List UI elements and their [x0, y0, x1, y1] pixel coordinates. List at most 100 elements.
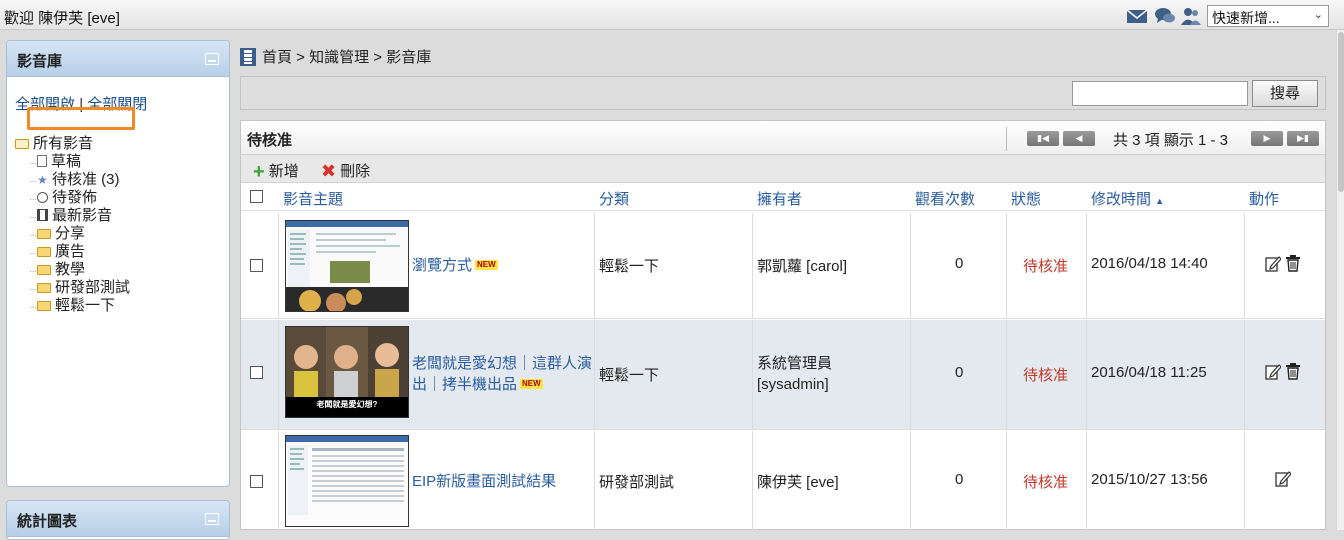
tree-connector: ···: [29, 302, 37, 313]
tree-item-pending[interactable]: ···★ 待核准 (3): [15, 171, 130, 189]
welcome-text: 歡迎 陳伊芙 [eve]: [4, 10, 120, 27]
col-status[interactable]: 狀態: [1011, 188, 1041, 209]
row-checkbox[interactable]: [250, 366, 263, 379]
minimize-icon[interactable]: [205, 513, 219, 525]
tree-connector: ···: [29, 284, 37, 295]
tree-item-to-publish[interactable]: ··· 待發佈: [15, 189, 130, 207]
video-thumbnail[interactable]: [285, 220, 409, 312]
col-modified[interactable]: 修改時間 ▲: [1091, 188, 1164, 209]
row-views: 0: [955, 255, 964, 272]
new-badge: NEW: [520, 379, 543, 389]
col-modified-label: 修改時間: [1091, 191, 1152, 208]
next-page-icon[interactable]: ▶: [1251, 131, 1283, 146]
edit-icon[interactable]: [1265, 363, 1282, 381]
main-content: 首頁 > 知識管理 > 影音庫 搜尋 待核准 ▮◀ ◀ 共 3 項 顯示 1 -…: [236, 30, 1330, 531]
page-scrollbar-thumb[interactable]: [1338, 32, 1344, 192]
tree-connector: ···: [29, 176, 37, 187]
breadcrumb: 首頁 > 知識管理 > 影音庫: [240, 46, 431, 67]
video-thumbnail[interactable]: 老闆就是愛幻想?: [285, 326, 409, 418]
row-category: 輕鬆一下: [599, 367, 660, 384]
col-divider: [594, 431, 595, 531]
folder-icon: [37, 229, 51, 239]
table-row: 瀏覽方式 NEW 輕鬆一下 郭凱蘿 [carol] 0 待核准 2016/04/1…: [241, 213, 1325, 319]
col-divider: [910, 431, 911, 531]
trash-icon[interactable]: [1285, 362, 1301, 380]
row-checkbox[interactable]: [250, 475, 263, 488]
tree-item-share[interactable]: ··· 分享: [15, 225, 130, 243]
panel-title: 影音庫: [17, 53, 63, 70]
col-divider: [1006, 213, 1007, 318]
edit-icon[interactable]: [1275, 470, 1292, 488]
selected-highlight: [27, 107, 135, 130]
row-views: 0: [955, 471, 964, 488]
col-views[interactable]: 觀看次數: [915, 188, 975, 209]
tree-item-label: 草稿: [51, 153, 82, 170]
users-icon[interactable]: [1180, 6, 1202, 26]
tree-item-relax[interactable]: ··· 輕鬆一下: [15, 297, 130, 315]
tree-item-label: 廣告: [55, 243, 86, 260]
search-button[interactable]: 搜尋: [1252, 80, 1318, 107]
row-checkbox[interactable]: [250, 259, 263, 272]
quick-add-label: 快速新增...: [1212, 10, 1280, 26]
tree-item-label: 教學: [55, 261, 86, 278]
film-icon: [37, 209, 48, 221]
tree-item-draft[interactable]: ··· 草稿: [15, 153, 130, 171]
add-button[interactable]: + 新增: [253, 160, 299, 182]
col-divider: [1086, 431, 1087, 531]
top-bar: 歡迎 陳伊芙 [eve] 快速新增... ⌄: [0, 0, 1344, 30]
clock-icon: [37, 192, 48, 203]
col-divider: [1086, 320, 1087, 429]
col-divider: [1006, 320, 1007, 429]
minimize-icon[interactable]: [205, 53, 219, 65]
tree-item-latest[interactable]: ··· 最新影音: [15, 207, 130, 225]
tree-item-teaching[interactable]: ··· 教學: [15, 261, 130, 279]
search-input[interactable]: [1072, 81, 1248, 106]
media-library-icon: [240, 48, 256, 66]
row-owner: 郭凱蘿 [carol]: [757, 258, 848, 275]
table-row: EIP新版畫面測試結果 研發部測試 陳伊芙 [eve] 0 待核准 2015/1…: [241, 431, 1325, 531]
status-badge: 待核准: [1023, 474, 1069, 491]
tree-item-label: 分享: [55, 225, 86, 242]
edit-icon[interactable]: [1265, 255, 1282, 273]
col-divider: [1086, 213, 1087, 318]
folder-icon: [37, 283, 51, 293]
video-title-link[interactable]: 老闆就是愛幻想｜這群人演出｜拷半機出品: [412, 355, 592, 393]
tree-item-label: 待核准 (3): [52, 171, 120, 188]
tree-root[interactable]: 所有影音: [15, 135, 130, 153]
video-thumbnail[interactable]: [285, 435, 409, 527]
tree-connector: ···: [29, 230, 37, 241]
tree-item-label: 待發佈: [52, 189, 98, 206]
delete-button[interactable]: ✖ 刪除: [321, 160, 370, 181]
mail-icon[interactable]: [1126, 6, 1148, 26]
page-scrollbar[interactable]: [1336, 30, 1344, 530]
col-title[interactable]: 影音主題: [283, 188, 343, 209]
quick-add-select[interactable]: 快速新增... ⌄: [1207, 5, 1329, 27]
col-category[interactable]: 分類: [599, 188, 629, 209]
col-divider: [752, 320, 753, 429]
pending-icon: ★: [37, 173, 48, 187]
pager-divider: [1006, 127, 1007, 151]
video-title-link[interactable]: 瀏覽方式: [412, 257, 472, 274]
col-divider: [1244, 431, 1245, 531]
grid-header: 待核准 ▮◀ ◀ 共 3 項 顯示 1 - 3 ▶ ▶▮: [241, 121, 1325, 155]
panel-header: 影音庫: [7, 41, 229, 77]
trash-icon[interactable]: [1285, 254, 1301, 272]
delete-x-icon: ✖: [321, 161, 337, 181]
last-page-icon[interactable]: ▶▮: [1287, 131, 1319, 146]
col-divider: [910, 320, 911, 429]
col-owner[interactable]: 擁有者: [757, 188, 802, 209]
pager-text: 共 3 項 顯示 1 - 3: [1113, 132, 1229, 149]
chat-icon[interactable]: [1154, 6, 1176, 26]
tree-item-rd-test[interactable]: ··· 研發部測試: [15, 279, 130, 297]
status-badge: 待核准: [1023, 258, 1069, 275]
row-owner: 陳伊芙 [eve]: [757, 474, 839, 491]
tree-item-ads[interactable]: ··· 廣告: [15, 243, 130, 261]
first-page-icon[interactable]: ▮◀: [1027, 131, 1059, 146]
col-divider: [910, 213, 911, 318]
select-all-checkbox[interactable]: [250, 190, 263, 203]
video-title-link[interactable]: EIP新版畫面測試結果: [412, 473, 556, 490]
col-divider: [278, 431, 279, 531]
folder-icon: [37, 265, 51, 275]
panel-title: 統計圖表: [17, 513, 78, 530]
prev-page-icon[interactable]: ◀: [1063, 131, 1095, 146]
